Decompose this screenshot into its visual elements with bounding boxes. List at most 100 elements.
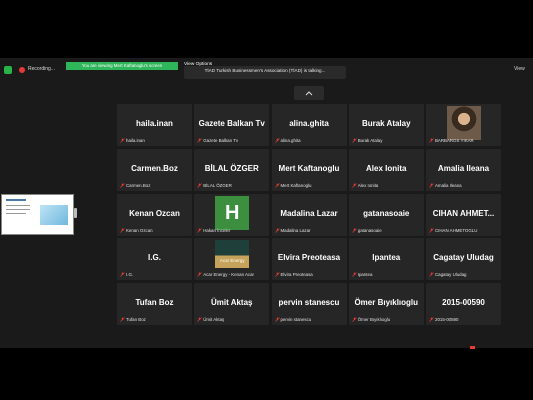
participant-label: alina.ghita <box>280 138 301 143</box>
mic-muted-icon <box>120 317 125 322</box>
participant-name: Kenan Ozcan <box>129 208 180 218</box>
participant-label: pervin stanescu <box>280 317 312 322</box>
logo-text: Acar Energy <box>219 258 245 264</box>
thumbnail-text-line <box>6 205 30 206</box>
participant-label: Burak Atalay <box>357 138 383 143</box>
mic-muted-icon <box>352 183 357 188</box>
mic-muted-icon <box>274 227 280 233</box>
participant-tile[interactable]: H Hakan İnceler <box>194 193 270 236</box>
participant-tile[interactable]: Madalina Lazar Madalina Lazar <box>271 193 347 236</box>
participant-tile[interactable]: Cagatay Uludag Cagatay Uludag <box>426 238 501 281</box>
mic-muted-icon <box>429 183 434 188</box>
participant-name: Carmen.Boz <box>131 163 178 173</box>
view-button[interactable]: View <box>514 66 525 72</box>
mic-muted-icon <box>429 227 434 233</box>
participant-name: alina.ghita <box>289 119 329 128</box>
participant-tile[interactable]: pervin stanescu pervin stanescu <box>271 283 347 325</box>
participant-tile[interactable]: Kenan Ozcan Kenan Ozcan <box>117 193 192 236</box>
participant-label: Cagatay Uludag <box>435 272 467 278</box>
mic-muted-icon <box>274 138 280 143</box>
thumbnail-resize-handle[interactable] <box>74 208 77 218</box>
mic-muted-icon <box>120 272 125 277</box>
mic-muted-icon <box>429 317 434 322</box>
participant-tile[interactable]: Ümit Aktaş Ümit Aktaş <box>194 283 270 325</box>
participant-name: Cagatay Uludag <box>433 253 494 263</box>
mic-muted-icon <box>352 227 357 233</box>
participant-name: Ipantea <box>372 253 401 263</box>
participant-tile[interactable]: Carmen.Boz Carmen.Boz <box>117 148 192 191</box>
thumbnail-text-line <box>6 213 26 214</box>
participant-label: Ömer Bıyıklıoglu <box>357 317 391 322</box>
participant-label: Madalina Lazar <box>280 227 311 233</box>
participant-name: gatanasoaie <box>363 208 410 218</box>
participant-tile[interactable]: Ömer Bıyıklıoglu Ömer Bıyıklıoglu <box>348 283 424 325</box>
participant-label: Gazete Balkan Tv <box>203 138 239 143</box>
mic-muted-icon <box>120 183 125 188</box>
scroll-up-button[interactable] <box>294 86 324 100</box>
participant-tile[interactable]: Elvira Preoteasa Elvira Preoteasa <box>271 238 347 281</box>
participant-name: Ümit Aktaş <box>211 298 253 307</box>
viewing-screen-banner: You are viewing Mert Kaftanoglu's screen <box>66 62 178 70</box>
participant-label: CIHAN AHMETOGLU <box>435 227 478 233</box>
active-speaker-label: TİAD Turkish Businessmen's Association (… <box>184 66 346 79</box>
participant-name: Burak Atalay <box>361 119 411 128</box>
recording-icon <box>19 67 25 73</box>
participant-tile[interactable]: Gazete Balkan Tv Gazete Balkan Tv <box>194 104 270 146</box>
mic-muted-icon <box>429 272 434 277</box>
participant-label: Ümit Aktaş <box>203 317 225 322</box>
participant-tile[interactable]: 2015-00590 2015-00590 <box>426 283 501 325</box>
participant-name: Madalina Lazar <box>280 208 338 218</box>
mic-muted-icon <box>429 138 434 143</box>
participant-tile[interactable]: Acar Energy Acar Energy - Kenan Acar <box>194 238 270 281</box>
mic-muted-icon <box>197 183 202 188</box>
participant-name: Ömer Bıyıklıoglu <box>354 298 419 307</box>
participant-label: Tufan Boz <box>126 317 146 322</box>
mic-muted-icon <box>197 227 202 233</box>
participant-tile[interactable]: BİLAL ÖZGER BİLAL ÖZGER <box>194 148 270 191</box>
participant-label: Carmen.Boz <box>126 182 151 188</box>
participant-name: BİLAL ÖZGER <box>204 163 259 173</box>
recording-label[interactable]: Recording... <box>28 66 55 72</box>
participant-tile[interactable]: Tufan Boz Tufan Boz <box>117 283 192 325</box>
mic-muted-icon <box>274 183 280 188</box>
shield-icon[interactable] <box>4 66 12 74</box>
participant-tile[interactable]: gatanasoaie gatanasoaie <box>348 193 424 236</box>
participant-gallery: haila.inan haila.inan Gazete Balkan Tv Gaze… <box>117 104 501 329</box>
mic-muted-icon <box>120 227 125 233</box>
participant-tile[interactable]: Amalia Ileana Amalia Ileana <box>426 148 501 191</box>
participant-name: Mert Kaftanoglu <box>278 163 340 173</box>
mic-muted-icon <box>197 272 202 277</box>
participant-label: Ipantea <box>357 272 373 278</box>
shared-screen-thumbnail[interactable] <box>1 194 74 235</box>
participant-tile[interactable]: BARBAROS YIKAR <box>426 104 501 146</box>
participant-avatar <box>447 106 481 140</box>
participant-label: Hakan İnceler <box>203 227 231 233</box>
mic-muted-icon <box>352 272 357 277</box>
participant-label: Acar Energy - Kenan Acar <box>203 272 255 278</box>
participant-tile[interactable]: haila.inan haila.inan <box>117 104 192 146</box>
participant-tile[interactable]: CIHAN AHMET... CIHAN AHMETOGLU <box>426 193 501 236</box>
participant-name: CIHAN AHMET... <box>432 208 495 218</box>
mic-muted-icon <box>120 138 125 143</box>
participant-tile[interactable]: alina.ghita alina.ghita <box>271 104 347 146</box>
participant-label: BİLAL ÖZGER <box>203 182 232 188</box>
participant-label: Elvira Preoteasa <box>280 272 313 278</box>
mic-muted-icon <box>274 272 280 277</box>
participant-name: 2015-00590 <box>442 298 485 307</box>
participant-avatar: Acar Energy <box>215 240 250 269</box>
participant-label: Kenan Ozcan <box>126 227 153 233</box>
status-indicator <box>470 346 475 349</box>
thumbnail-text-line <box>6 209 30 210</box>
participant-label: Mert Kaftanoglu <box>280 182 312 188</box>
mic-muted-icon <box>197 138 202 143</box>
participant-tile[interactable]: Burak Atalay Burak Atalay <box>348 104 424 146</box>
participant-tile[interactable]: Mert Kaftanoglu Mert Kaftanoglu <box>271 148 347 191</box>
mic-muted-icon <box>274 317 280 322</box>
participant-tile[interactable]: Alex Ionita Alex Ionita <box>348 148 424 191</box>
participant-tile[interactable]: Ipantea Ipantea <box>348 238 424 281</box>
participant-name: pervin stanescu <box>278 298 340 307</box>
mic-muted-icon <box>197 317 202 322</box>
participant-avatar: H <box>215 195 250 230</box>
participant-tile[interactable]: I.G. I.G. <box>117 238 192 281</box>
participant-name: Amalia Ileana <box>437 163 490 173</box>
